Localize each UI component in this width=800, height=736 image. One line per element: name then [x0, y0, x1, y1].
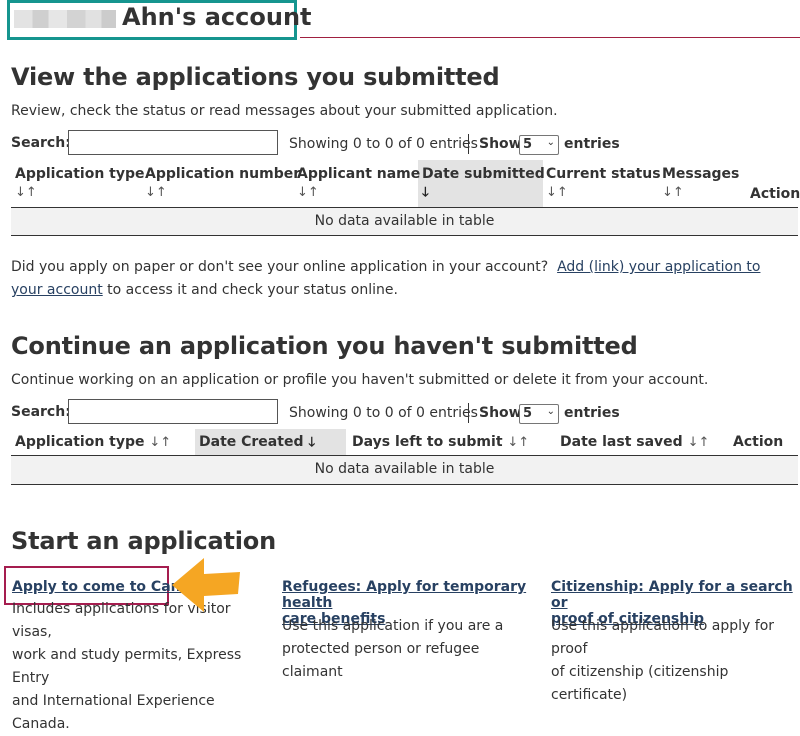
search-input[interactable]: [68, 399, 278, 424]
card-text-line: Use this application to apply for proof: [551, 618, 775, 657]
col-messages[interactable]: Messages ↓↑: [662, 165, 739, 202]
chevron-down-icon: ⌄: [546, 137, 555, 148]
sort-both-icon: ↓↑: [149, 435, 172, 450]
entries-label: entries: [564, 136, 620, 152]
col-label: Application type: [15, 434, 145, 450]
chevron-down-icon: ⌄: [546, 406, 555, 417]
card-description: Use this application if you are a protec…: [282, 615, 542, 684]
page-size-select[interactable]: 5 ⌄: [519, 135, 559, 155]
card-text-line: Use this application if you are a: [282, 618, 504, 634]
col-label: Date last saved: [560, 434, 683, 450]
col-application-number[interactable]: Application number ↓↑: [145, 165, 300, 202]
start-heading: Start an application: [11, 527, 276, 555]
sort-both-icon: ↓↑: [145, 185, 167, 200]
card-description: Use this application to apply for proof …: [551, 615, 799, 707]
card-text-line: of citizenship (citizenship certificate): [551, 664, 729, 703]
show-label: Show: [479, 405, 522, 421]
sort-both-icon: ↓↑: [15, 185, 37, 200]
continue-heading: Continue an application you haven't subm…: [11, 332, 638, 360]
col-label: Applicant name: [297, 166, 421, 182]
col-label: Messages: [662, 166, 740, 182]
col-label: Current status: [546, 166, 661, 182]
col-date-last-saved[interactable]: Date last saved ↓↑: [560, 433, 709, 452]
col-label: Date submitted: [422, 166, 545, 182]
entries-info: Showing 0 to 0 of 0 entries: [289, 136, 478, 152]
link-line: Citizenship: Apply for a search or: [551, 579, 793, 611]
card-text-line: work and study permits, Express Entry: [12, 647, 242, 686]
page-title: Ahn's account: [122, 3, 312, 31]
search-label: Search:: [11, 135, 71, 151]
col-application-type[interactable]: Application type ↓↑: [15, 433, 171, 452]
empty-table-row: No data available in table: [11, 456, 798, 484]
show-label: Show: [479, 136, 522, 152]
paper-note-end: to access it and check your status onlin…: [107, 282, 398, 298]
arrow-down-icon: 🡓: [422, 185, 429, 200]
separator: [468, 403, 469, 423]
col-days-left[interactable]: Days left to submit ↓↑: [352, 433, 529, 452]
empty-table-row: No data available in table: [11, 208, 798, 235]
col-label: Application type: [15, 166, 145, 182]
card-text-line: and International Experience Canada.: [12, 693, 215, 732]
col-application-type[interactable]: Application type ↓↑: [15, 165, 145, 202]
col-label: Days left to submit: [352, 434, 503, 450]
sort-both-icon: ↓↑: [687, 435, 710, 450]
col-label: Application number: [145, 166, 301, 182]
page-size-select[interactable]: 5 ⌄: [519, 404, 559, 424]
page-size-value: 5: [523, 406, 533, 421]
search-input[interactable]: [68, 130, 278, 155]
paper-application-note: Did you apply on paper or don't see your…: [11, 256, 796, 302]
header-divider: [300, 37, 800, 38]
link-line: Refugees: Apply for temporary health: [282, 579, 527, 611]
entries-info: Showing 0 to 0 of 0 entries: [289, 405, 478, 421]
arrow-down-icon: 🡓: [308, 435, 316, 450]
sort-both-icon: ↓↑: [546, 185, 568, 200]
col-date-submitted[interactable]: Date submitted 🡓: [422, 165, 545, 202]
page-size-value: 5: [523, 137, 533, 152]
separator: [468, 134, 469, 154]
continue-description: Continue working on an application or pr…: [11, 372, 709, 388]
card-text-line: protected person or refugee claimant: [282, 641, 480, 680]
sort-both-icon: ↓↑: [507, 435, 530, 450]
redacted-name: [14, 10, 116, 28]
paper-note-text: Did you apply on paper or don't see your…: [11, 259, 549, 275]
sort-both-icon: ↓↑: [662, 185, 684, 200]
search-label: Search:: [11, 404, 71, 420]
col-action: Action: [750, 186, 800, 202]
submitted-heading: View the applications you submitted: [11, 63, 500, 91]
sort-both-icon: ↓↑: [297, 185, 319, 200]
submitted-description: Review, check the status or read message…: [11, 103, 558, 119]
table-bottom-rule: [11, 484, 798, 485]
col-current-status[interactable]: Current status ↓↑: [546, 165, 661, 202]
col-label: Date Created: [199, 434, 304, 450]
col-applicant-name[interactable]: Applicant name ↓↑: [297, 165, 420, 202]
col-action: Action: [733, 434, 784, 450]
pointer-arrow-icon: [172, 558, 240, 612]
entries-label: entries: [564, 405, 620, 421]
table-bottom-rule: [11, 235, 798, 236]
col-date-created[interactable]: Date Created 🡓: [199, 433, 315, 452]
